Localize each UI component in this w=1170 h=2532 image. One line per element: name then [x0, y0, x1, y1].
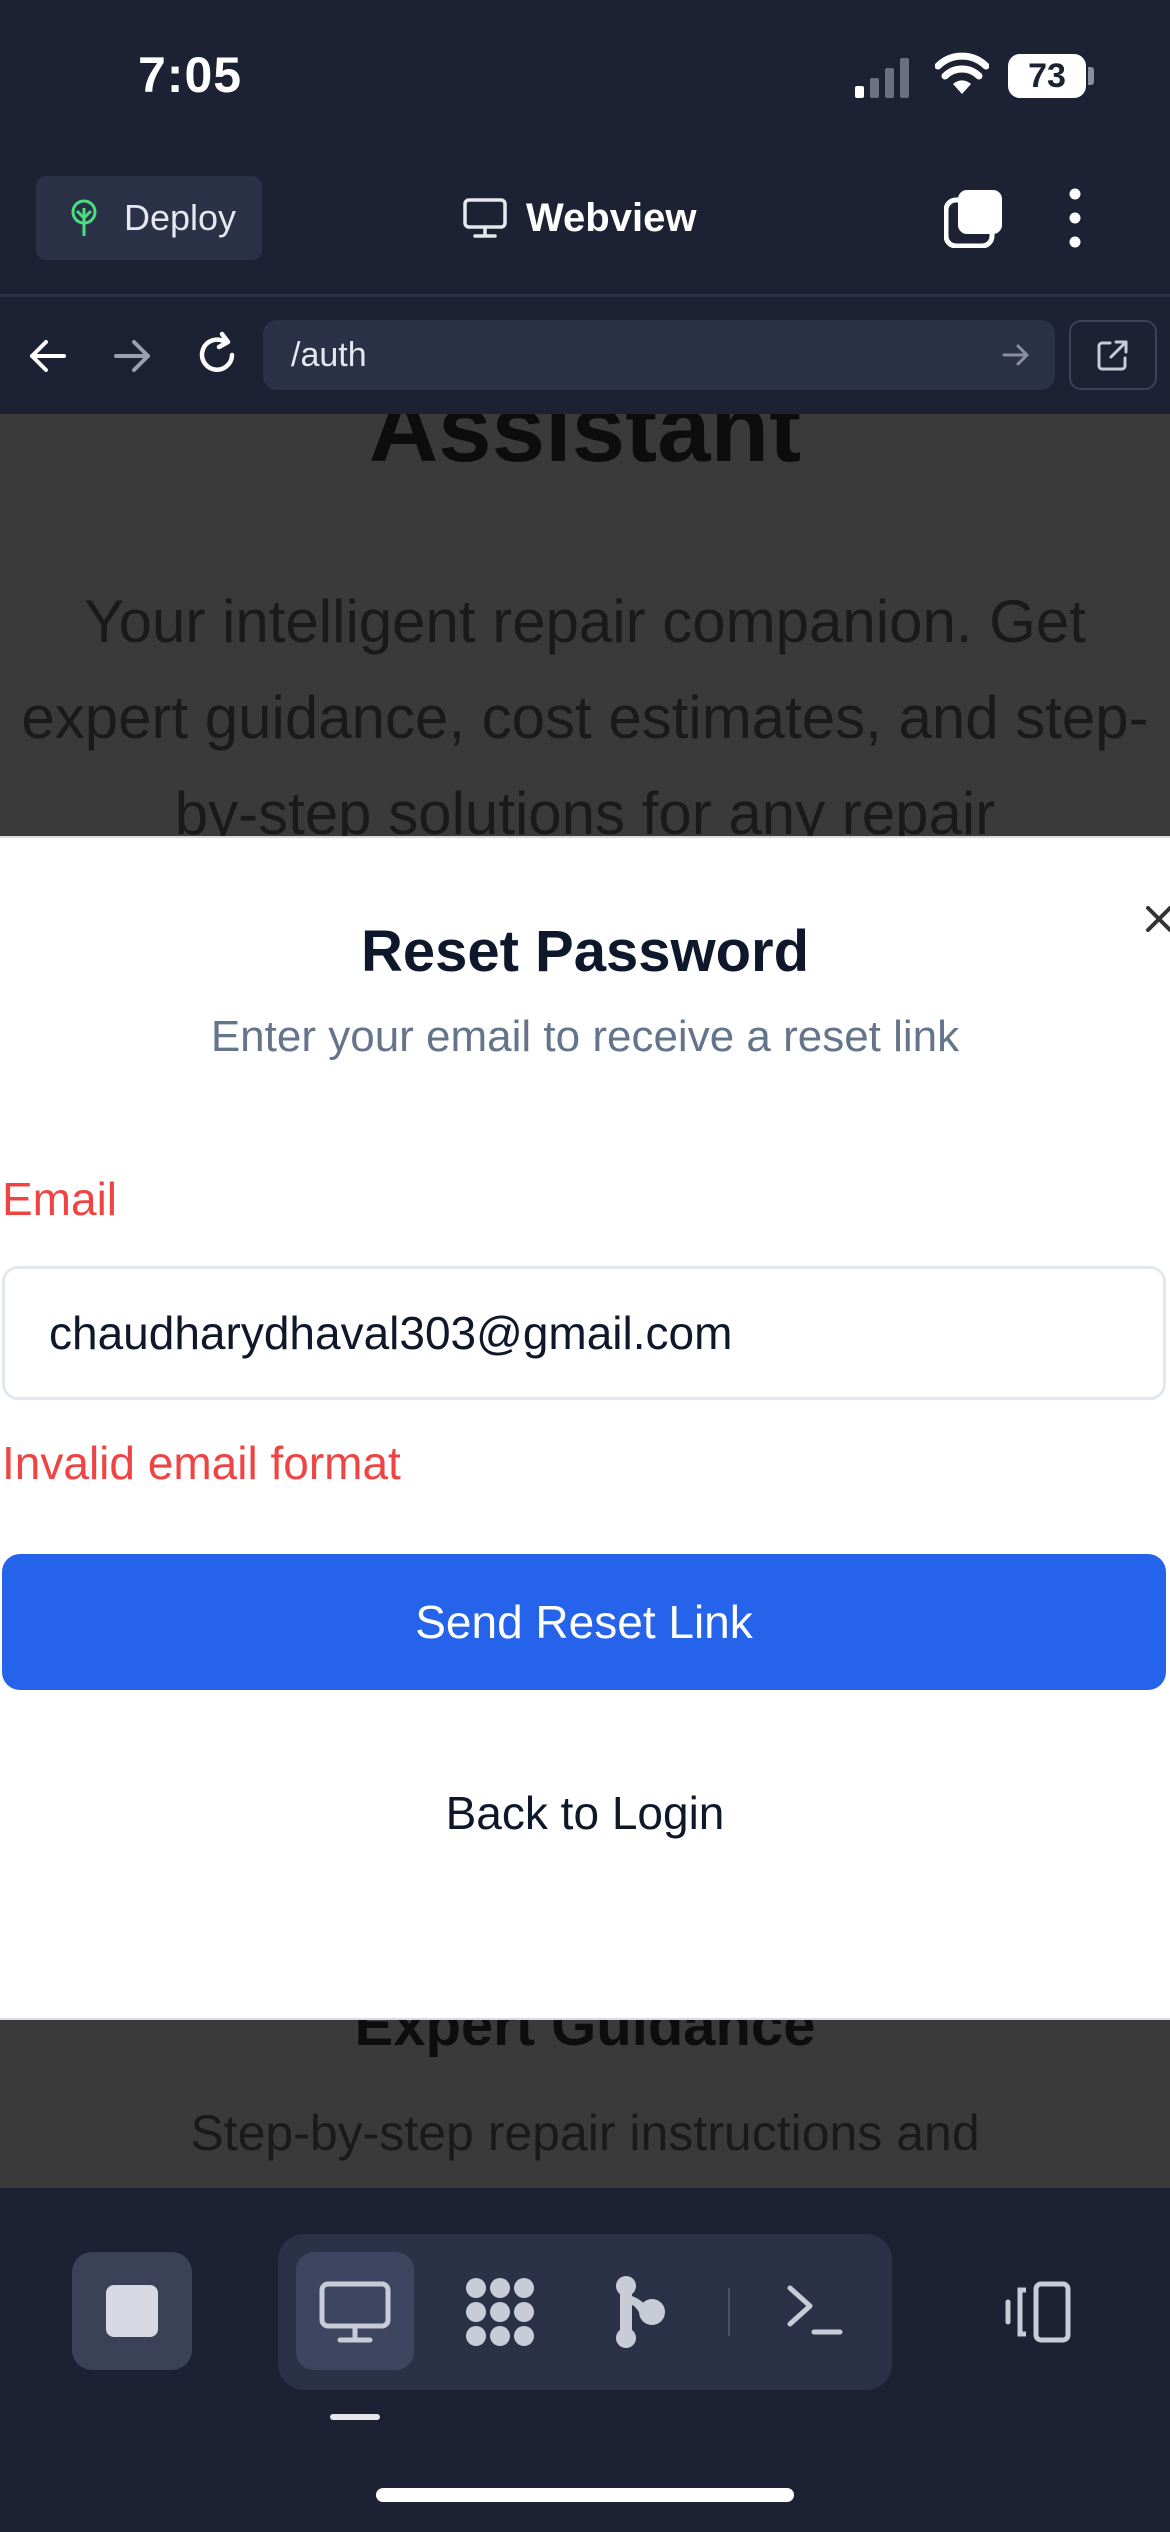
- url-bar[interactable]: /auth: [263, 320, 1055, 390]
- webview-title: Webview: [462, 190, 696, 246]
- send-reset-link-button[interactable]: Send Reset Link: [2, 1554, 1166, 1690]
- arrow-left-icon[interactable]: [26, 334, 70, 378]
- stop-icon: [106, 2285, 158, 2337]
- email-error-message: Invalid email format: [2, 1437, 401, 1489]
- arrow-right-icon[interactable]: [110, 334, 154, 378]
- packager-icon[interactable]: [462, 2276, 538, 2348]
- tabs-icon[interactable]: [944, 188, 1004, 248]
- background-section-text: Step-by-step repair instructions and: [190, 2105, 980, 2161]
- email-label: Email: [2, 1173, 118, 1225]
- active-tool-indicator: [330, 2414, 380, 2420]
- deploy-tree-icon: [71, 199, 97, 236]
- deploy-button[interactable]: Deploy: [36, 176, 262, 260]
- back-to-login-link[interactable]: Back to Login: [0, 1786, 1170, 1840]
- open-external-button[interactable]: [1069, 320, 1157, 390]
- shell-icon[interactable]: [784, 2282, 844, 2338]
- webview-label: Webview: [526, 195, 697, 240]
- devices-icon[interactable]: [1000, 2280, 1074, 2344]
- modal-subtitle: Enter your email to receive a reset link: [210, 1012, 960, 1061]
- cellular-signal-icon: [855, 58, 909, 98]
- more-vertical-icon[interactable]: [1060, 186, 1090, 250]
- url-text: /auth: [291, 335, 367, 374]
- go-arrow-icon[interactable]: [1001, 340, 1031, 370]
- external-link-icon: [1097, 340, 1128, 371]
- monitor-icon[interactable]: [318, 2280, 392, 2344]
- stop-button[interactable]: [72, 2252, 192, 2370]
- monitor-icon: [463, 198, 507, 238]
- toolbar-divider: [0, 294, 1170, 297]
- background-paragraph: Your intelligent repair companion. Get e…: [21, 588, 1149, 847]
- tool-separator: [728, 2288, 730, 2336]
- status-time: 7:05: [138, 47, 243, 103]
- wifi-icon: [935, 52, 989, 94]
- background-heading: Assistant: [368, 414, 802, 482]
- git-icon[interactable]: [612, 2274, 668, 2350]
- battery-nub: [1088, 67, 1094, 85]
- email-field[interactable]: [2, 1266, 1166, 1400]
- home-indicator[interactable]: [376, 2488, 794, 2502]
- deploy-label: Deploy: [124, 197, 237, 238]
- reload-icon[interactable]: [192, 330, 242, 380]
- battery-indicator: 73: [1008, 54, 1086, 98]
- modal-title: Reset Password: [360, 919, 810, 984]
